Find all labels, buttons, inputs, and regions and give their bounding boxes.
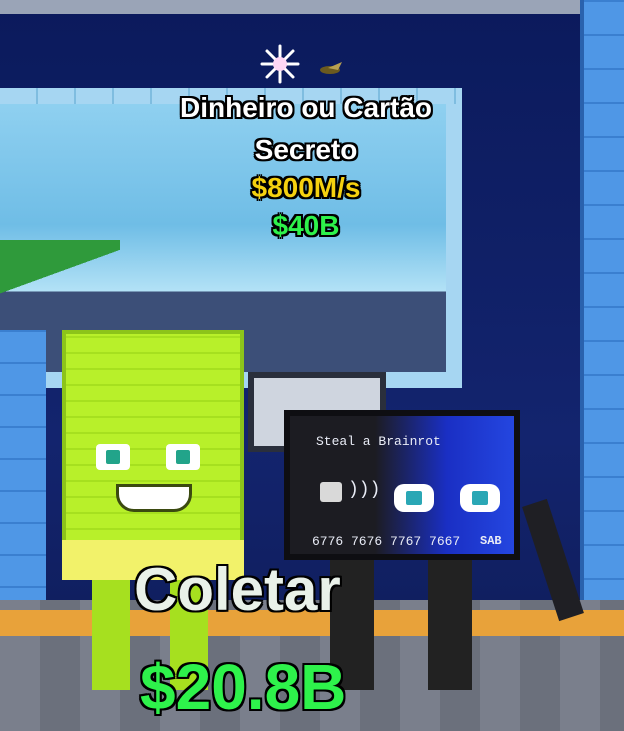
card-brand: Steal a Brainrot bbox=[316, 434, 441, 449]
card-leg-right bbox=[428, 560, 472, 690]
left-pillar bbox=[0, 330, 46, 600]
sponge-mouth bbox=[116, 484, 192, 512]
sponge-pupil-left bbox=[106, 450, 120, 464]
sponge-pupil-right bbox=[176, 450, 190, 464]
card-chip bbox=[320, 482, 342, 502]
sponge-eye-left bbox=[96, 444, 130, 470]
brainrot-price: $40B bbox=[272, 210, 340, 241]
collect-button[interactable]: Coletar bbox=[134, 555, 341, 624]
brainrot-name-line2: Secreto bbox=[254, 134, 358, 165]
bug-icon bbox=[320, 62, 342, 74]
green-roof bbox=[0, 240, 120, 330]
brainrot-name-line1: Dinheiro ou Cartão bbox=[179, 92, 432, 123]
card-character[interactable]: Steal a Brainrot ))) 6776 7676 7767 7667… bbox=[284, 410, 520, 560]
contactless-icon: ))) bbox=[348, 480, 381, 500]
top-rim bbox=[0, 0, 624, 14]
income-rate: $800M/s bbox=[251, 172, 361, 203]
card-pupil-right bbox=[472, 491, 488, 505]
card-eye-left bbox=[394, 484, 434, 512]
sponge-leg-left bbox=[92, 580, 130, 690]
card-eye-right bbox=[460, 484, 500, 512]
card-number: 6776 7676 7767 7667 bbox=[312, 534, 461, 549]
sparkle-icon bbox=[260, 44, 300, 84]
card-logo: SAB bbox=[480, 534, 502, 548]
card-pupil-left bbox=[406, 491, 422, 505]
sponge-eye-right bbox=[166, 444, 200, 470]
collect-amount: $20.8B bbox=[140, 651, 347, 723]
